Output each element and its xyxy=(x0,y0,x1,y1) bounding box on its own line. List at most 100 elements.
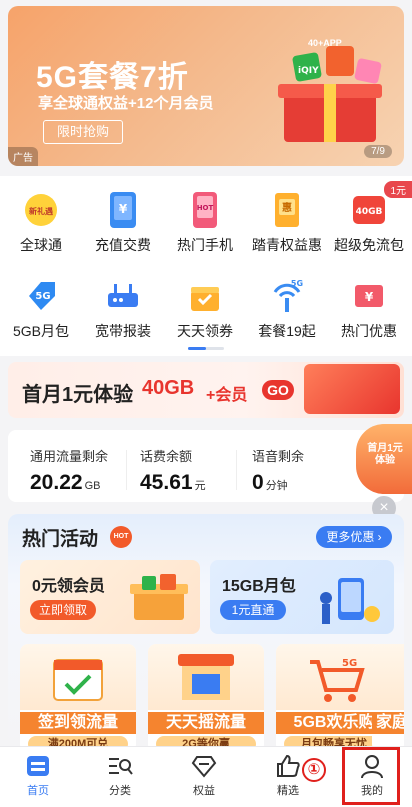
svg-text:iQIY: iQIY xyxy=(298,66,319,76)
benefit-card-icon: 惠 xyxy=(267,190,307,230)
banner-buy-button[interactable]: 限时抢购 xyxy=(43,120,123,144)
grid-item-5gb-monthly[interactable]: 5G 5GB月包 xyxy=(0,276,82,341)
grid-item-recharge[interactable]: ¥ 充值交费 xyxy=(82,190,164,255)
balance-unit: 元 xyxy=(194,480,206,492)
promo-banner[interactable]: 5G套餐7折 享全球通权益+12个月会员 限时抢购 iQIY 广告 7/9 xyxy=(8,6,404,166)
tile-checkin-data[interactable]: 签到领流量 满200M可兑 xyxy=(20,644,136,752)
svg-text:5G: 5G xyxy=(35,291,50,302)
nav-label: 首页 xyxy=(27,785,49,797)
balance-value: 45.61 xyxy=(140,471,193,494)
svg-text:¥: ¥ xyxy=(119,202,128,216)
grid-pager-active xyxy=(188,347,206,350)
balance-label: 话费余额 xyxy=(140,449,193,464)
diamond-icon xyxy=(190,753,218,779)
trial-promo-banner[interactable]: 首月1元体验 40GB +会员 GO xyxy=(8,362,404,418)
tile-title: 天天摇流量 xyxy=(148,712,264,734)
balance-value-row: 45.61 元 xyxy=(140,471,206,495)
home-icon xyxy=(24,753,52,779)
floating-promo-text: 首月1元体验 xyxy=(367,443,403,466)
one-yuan-badge: 1元 xyxy=(384,181,412,198)
card-title: 0元领会员 xyxy=(32,578,105,595)
balance-unit: GB xyxy=(84,480,101,492)
grid-item-broadband[interactable]: 宽带报装 xyxy=(82,276,164,341)
data-remaining[interactable]: 通用流量剩余 20.22 GB xyxy=(30,446,108,495)
highlight-box xyxy=(342,747,400,805)
category-search-icon xyxy=(106,753,134,779)
grid-item-spring-benefit[interactable]: 惠 踏青权益惠 xyxy=(246,190,328,255)
ad-label: 广告 xyxy=(8,147,38,166)
coupon-gift-icon xyxy=(185,276,225,316)
nav-category[interactable]: 分类 xyxy=(90,753,150,798)
balance-unit: 分钟 xyxy=(265,480,288,492)
divider xyxy=(126,450,127,490)
grid-label: 热门手机 xyxy=(177,237,233,253)
divider xyxy=(236,450,237,490)
svg-text:HOT: HOT xyxy=(197,204,214,212)
service-grid: 新礼遇 全球通 ¥ 充值交费 HOT 热门手机 惠 踏青权益惠 40GB 超级免… xyxy=(0,176,412,356)
promo-go-button[interactable]: GO xyxy=(262,380,294,400)
grid-label: 充值交费 xyxy=(95,237,151,253)
new-gift-icon: 新礼遇 xyxy=(21,190,61,230)
svg-text:40GB: 40GB xyxy=(356,207,383,217)
hot-flame-icon: HOT xyxy=(110,526,132,548)
nav-label: 分类 xyxy=(109,785,131,797)
balance-value: 20.22 xyxy=(30,471,83,494)
banner-title: 5G套餐7折 xyxy=(36,61,189,94)
grid-label: 套餐19起 xyxy=(258,323,316,339)
grid-item-plan-19[interactable]: 5G 套餐19起 xyxy=(246,276,328,341)
voice-remaining[interactable]: 语音剩余 0 分钟 xyxy=(252,446,304,495)
grid-label: 全球通 xyxy=(20,237,62,253)
nav-label: 权益 xyxy=(193,785,215,797)
one-yuan-direct-button[interactable]: 1元直通 xyxy=(220,600,286,620)
annotation-marker: ① xyxy=(302,758,326,782)
svg-text:惠: 惠 xyxy=(282,201,292,214)
svg-text:5G: 5G xyxy=(291,279,303,288)
promo-text-40gb: 40GB xyxy=(142,377,195,399)
gift-box-illustration: iQIY xyxy=(278,46,382,142)
balance-label: 语音剩余 xyxy=(252,449,305,464)
tile-daily-shake[interactable]: 天天摇流量 2G等你赢 xyxy=(148,644,264,752)
grid-label: 宽带报装 xyxy=(95,323,151,339)
promo-image-label: 40+APP xyxy=(308,38,342,48)
40gb-package-icon: 40GB xyxy=(349,190,389,230)
more-offers-button[interactable]: 更多优惠 › xyxy=(316,526,392,548)
grid-label: 5GB月包 xyxy=(12,323,69,339)
grid-label: 踏青权益惠 xyxy=(252,237,322,253)
grid-item-daily-coupon[interactable]: 天天领券 xyxy=(164,276,246,341)
promo-text-trial: 首月1元体验 xyxy=(22,384,134,406)
balance-value: 0 xyxy=(252,471,264,494)
hot-phone-icon: HOT xyxy=(185,190,225,230)
account-balance-card[interactable]: 通用流量剩余 20.22 GB 话费余额 45.61 元 语音剩余 0 分钟 xyxy=(8,430,404,502)
15gb-monthly-card[interactable]: 15GB月包 1元直通 xyxy=(210,560,394,634)
shop-booth-icon xyxy=(148,644,264,710)
phone-yuan-icon: ¥ xyxy=(103,190,143,230)
discount-ticket-icon: ¥ xyxy=(349,276,389,316)
promo-text-member: +会员 xyxy=(206,387,248,404)
svg-text:¥: ¥ xyxy=(365,290,374,304)
nav-label: 精选 xyxy=(277,785,299,797)
calendar-wheat-icon xyxy=(20,644,136,710)
free-membership-card[interactable]: 0元领会员 立即领取 xyxy=(20,560,200,634)
svg-text:新礼遇: 新礼遇 xyxy=(29,206,53,216)
tile-title: 签到领流量 xyxy=(20,712,136,734)
grid-label: 热门优惠 xyxy=(341,323,397,339)
card-title: 15GB月包 xyxy=(222,578,296,595)
grid-item-hot-phone[interactable]: HOT 热门手机 xyxy=(164,190,246,255)
5g-signal-icon: 5G xyxy=(267,276,307,316)
grid-item-global[interactable]: 新礼遇 全球通 xyxy=(0,190,82,255)
grid-label: 天天领券 xyxy=(177,323,233,339)
nav-benefits[interactable]: 权益 xyxy=(174,753,234,798)
5g-tag-icon: 5G xyxy=(21,276,61,316)
balance-value-row: 0 分钟 xyxy=(252,471,304,495)
svg-text:5G: 5G xyxy=(342,658,357,669)
banner-subtitle: 享全球通权益+12个月会员 xyxy=(38,95,214,112)
family-icon xyxy=(372,644,404,710)
nav-home[interactable]: 首页 xyxy=(8,753,68,798)
claim-now-button[interactable]: 立即领取 xyxy=(30,600,96,620)
grid-item-hot-discount[interactable]: ¥ 热门优惠 xyxy=(328,276,410,341)
grid-item-super-package[interactable]: 40GB 超级免流包 xyxy=(328,190,410,255)
phone-balance[interactable]: 话费余额 45.61 元 xyxy=(140,446,206,495)
member-gift-box-icon xyxy=(130,574,188,620)
router-icon xyxy=(103,276,143,316)
tile-family[interactable]: 家庭 xyxy=(372,644,404,752)
